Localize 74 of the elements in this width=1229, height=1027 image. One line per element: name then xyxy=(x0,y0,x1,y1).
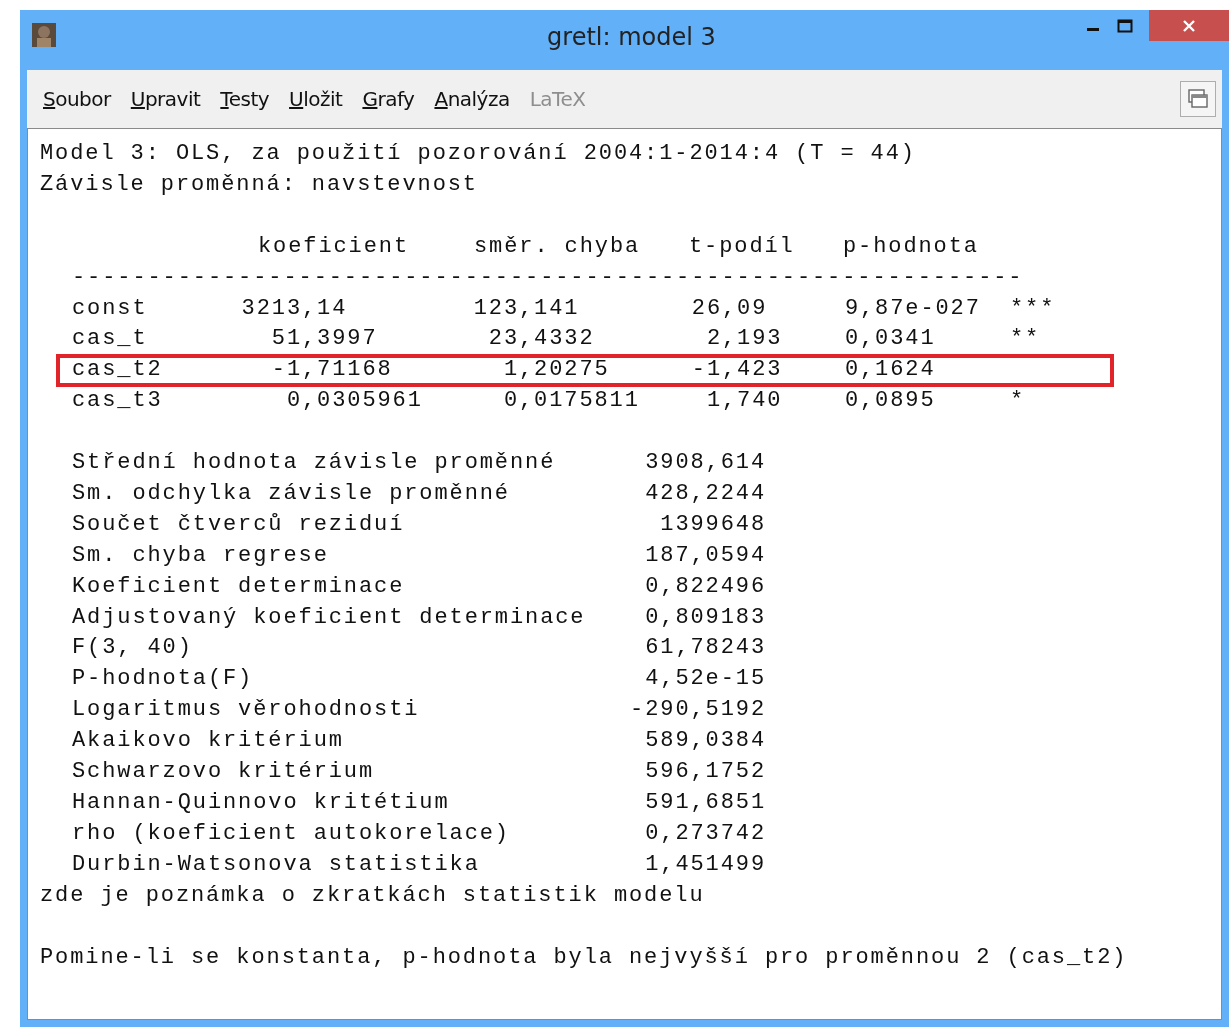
significance-stars: ** xyxy=(1010,325,1041,354)
menu-item[interactable]: Soubor xyxy=(43,87,111,111)
statistic-value: 61,78243 xyxy=(645,634,766,663)
statistic-label: P-hodnota(F) xyxy=(72,665,254,694)
statistic-label: Střední hodnota závisle proměnné xyxy=(72,449,556,478)
statistic-label: Logaritmus věrohodnosti xyxy=(72,696,420,725)
statistic-label: Sm. chyba regrese xyxy=(72,541,329,570)
table-cell-text: -1,71168 xyxy=(270,356,393,385)
footer-text: Pomine-li se konstanta, p-hodnota byla nejvyšší pro proměnnou 2 (cas_t2) xyxy=(40,943,1128,972)
statistic-value: 3908,614 xyxy=(645,449,766,478)
windows-button[interactable] xyxy=(1180,81,1216,117)
table-cell-text: 51,3997 xyxy=(270,325,378,354)
variable-name: cas_t2 xyxy=(72,356,163,385)
menu-item[interactable]: Uložit xyxy=(289,87,343,111)
table-cell-text: 0,0305961 xyxy=(285,387,423,416)
statistic-value: 428,2244 xyxy=(645,479,766,508)
column-header: koeficient xyxy=(257,232,410,261)
statistic-value: 0,822496 xyxy=(645,572,766,601)
statistic-value: 4,52e-15 xyxy=(645,665,766,694)
statistic-label: Sm. odchylka závisle proměnné xyxy=(72,479,510,508)
statistic-label: Koeficient determinace xyxy=(72,572,405,601)
statistic-label: rho (koeficient autokorelace) xyxy=(72,819,510,848)
app-icon xyxy=(32,23,56,47)
statistic-label: F(3, 40) xyxy=(72,634,193,663)
statistic-value: 187,0594 xyxy=(645,541,766,570)
statistic-value: 596,1752 xyxy=(645,758,766,787)
table-cell-text: 26,09 xyxy=(690,294,768,323)
statistic-label: Součet čtverců reziduí xyxy=(72,510,405,539)
table-cell-text: 23,4332 xyxy=(487,325,595,354)
table-cell-text: 9,87e-027 xyxy=(843,294,981,323)
table-cell-text: 2,193 xyxy=(705,325,783,354)
statistic-value: 1399648 xyxy=(660,510,766,539)
note-text: zde je poznámka o zkratkách statistik modelu xyxy=(40,881,705,910)
statistic-value: 1,451499 xyxy=(645,850,766,879)
variable-name: cas_t3 xyxy=(72,387,163,416)
table-cell-text: 1,740 xyxy=(705,387,783,416)
menu-item[interactable]: Upravit xyxy=(130,87,201,111)
output-line: Model 3: OLS, za použití pozorování 2004:1-2014:4 (T = 44) xyxy=(40,140,916,168)
windows-icon xyxy=(1187,88,1209,110)
statistic-label: Hannan-Quinnovo kritétium xyxy=(72,789,450,817)
statistic-label: Durbin-Watsonova statistika xyxy=(72,850,480,879)
variable-name: cas_t xyxy=(72,325,148,354)
menu-item[interactable]: Testy xyxy=(220,87,270,111)
statistic-value: 0,809183 xyxy=(645,603,766,632)
table-cell-text: 0,0341 xyxy=(843,325,936,354)
table-cell-text: 0,1624 xyxy=(843,356,936,385)
column-header: t-podíl xyxy=(688,232,795,261)
significance-stars: * xyxy=(1010,387,1026,416)
minimize-icon xyxy=(1087,28,1099,31)
output-line: Závisle proměnná: navstevnost xyxy=(40,170,478,199)
significance-stars: *** xyxy=(1010,294,1056,323)
column-header: směr. chyba xyxy=(473,232,641,261)
menu-item[interactable]: Grafy xyxy=(362,87,415,111)
statistic-value: 591,6851 xyxy=(645,789,766,817)
table-cell-text: 0,0175811 xyxy=(502,387,640,416)
statistic-label: Akaikovo kritérium xyxy=(72,727,344,756)
statistic-value: 0,273742 xyxy=(645,819,766,848)
close-button[interactable] xyxy=(1149,10,1229,41)
table-cell-text: 0,0895 xyxy=(843,387,936,416)
statistic-value: 589,0384 xyxy=(645,727,766,756)
column-header: p-hodnota xyxy=(842,232,979,261)
table-cell-text: -1,423 xyxy=(690,356,783,385)
window-title: gretl: model 3 xyxy=(546,23,717,51)
close-icon xyxy=(1182,18,1196,33)
statistic-label: Schwarzovo kritérium xyxy=(72,758,375,787)
table-cell-text: 123,141 xyxy=(472,294,580,323)
table-cell-text: 1,20275 xyxy=(502,356,610,385)
table-cell-text: 3213,14 xyxy=(240,294,348,323)
statistic-label: Adjustovaný koeficient determinace xyxy=(72,603,586,632)
variable-name: const xyxy=(72,294,148,323)
maximize-icon xyxy=(1117,18,1133,33)
rule-line: --------------------------------------------------------------- xyxy=(72,263,1024,292)
menu-item[interactable]: Analýza xyxy=(434,87,510,111)
statistic-value: -290,5192 xyxy=(630,696,766,725)
